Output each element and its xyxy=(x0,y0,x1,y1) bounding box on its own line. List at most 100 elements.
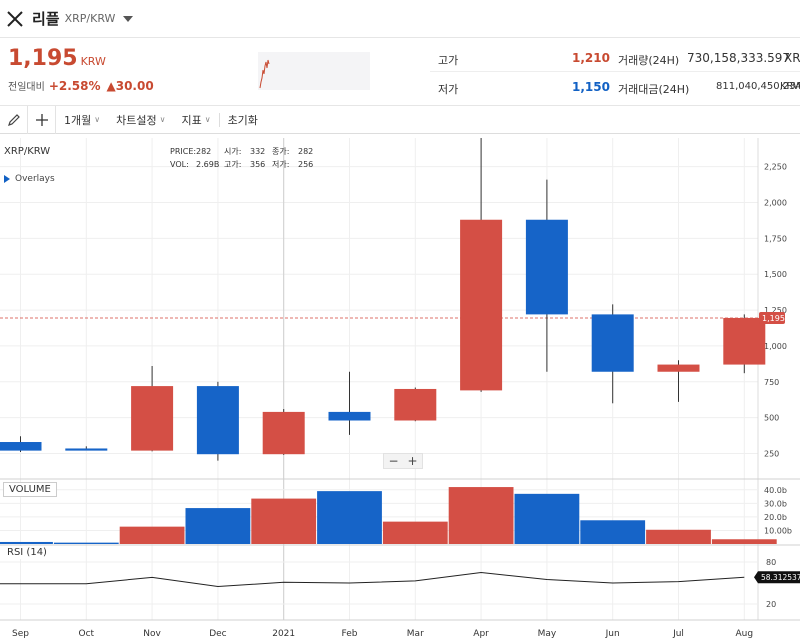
info-vol: 2.69B xyxy=(196,160,220,169)
price-sparkline xyxy=(258,52,370,90)
stat-divider xyxy=(430,71,800,72)
chart-toolbar: 1개월 ∨ 차트설정 ∨ 지표 ∨ 초기화 xyxy=(0,105,800,134)
volume-bar xyxy=(119,526,185,544)
month-label: May xyxy=(538,629,557,639)
volume-bar xyxy=(382,521,448,544)
rsi-line xyxy=(0,571,745,588)
volume-tick-label: 20.0b xyxy=(764,513,787,522)
overlays-toggle[interactable]: Overlays xyxy=(4,174,55,184)
volume-bar xyxy=(580,520,646,544)
info-open-label: 시가: xyxy=(224,147,242,156)
volume-bar xyxy=(448,487,514,544)
chevron-down-icon: ∨ xyxy=(204,115,211,124)
price-change: 전일대비 +2.58% ▲30.00 xyxy=(8,78,160,93)
volume-tick-label: 30.0b xyxy=(764,499,787,508)
indicators-dropdown[interactable]: 지표 ∨ xyxy=(173,106,218,134)
quote-panel: 1,195 KRW 전일대비 +2.58% ▲30.00 고가 1,210 거래… xyxy=(0,38,800,106)
volume-bar xyxy=(514,493,580,544)
current-price: 1,195 KRW xyxy=(8,46,106,71)
price-tick-label: 1,500 xyxy=(764,270,787,279)
candle-body xyxy=(460,219,503,391)
volume-24h-label: 거래량(24H) xyxy=(618,54,680,67)
zoom-out-button[interactable]: − xyxy=(384,454,403,468)
candle-body xyxy=(65,448,108,451)
period-label: 1개월 xyxy=(64,113,92,127)
volume-bar xyxy=(317,491,382,544)
volume-24h-unit: XRP xyxy=(784,51,800,65)
candle-body xyxy=(591,314,634,372)
change-label: 전일대비 xyxy=(8,82,45,93)
info-low-label: 저가: xyxy=(272,160,290,169)
reset-label: 초기화 xyxy=(227,113,258,127)
play-triangle-icon xyxy=(4,175,10,183)
info-high: 356 xyxy=(250,160,266,169)
coin-name: 리플 xyxy=(32,10,60,28)
price-tick-label: 1,000 xyxy=(764,342,787,351)
info-low: 256 xyxy=(298,160,314,169)
overlays-label: Overlays xyxy=(15,174,55,184)
volume-bar xyxy=(0,541,53,544)
period-dropdown[interactable]: 1개월 ∨ xyxy=(56,106,108,134)
volume-24h-value: 730,158,333.597 xyxy=(687,51,791,65)
price-tick-label: 2,250 xyxy=(764,163,787,172)
rsi-value-tag: 58.312537 xyxy=(761,573,800,582)
price-tick-label: 2,000 xyxy=(764,199,787,208)
high-value: 1,210 xyxy=(572,51,610,65)
chart-symbol: XRP/KRW xyxy=(4,146,51,157)
month-label: Sep xyxy=(12,629,29,639)
volume-bar xyxy=(53,542,119,544)
low-label: 저가 xyxy=(438,83,459,96)
month-label: Nov xyxy=(143,629,161,639)
price-value: 1,195 xyxy=(8,46,78,71)
price-tick-label: 1,750 xyxy=(764,234,787,243)
low-value: 1,150 xyxy=(572,80,610,94)
candle-body xyxy=(262,411,305,455)
volume-bar xyxy=(711,539,777,544)
month-label: Apr xyxy=(473,629,489,639)
candle-body xyxy=(394,388,437,421)
rsi-panel-tag: RSI (14) xyxy=(3,546,51,559)
price-unit: KRW xyxy=(80,55,106,68)
price-tick-label: 750 xyxy=(764,378,779,387)
draw-pencil-icon[interactable] xyxy=(0,105,28,134)
volume-bar xyxy=(646,529,711,544)
candle-body xyxy=(131,386,174,451)
coin-select-chevron-down-icon[interactable] xyxy=(123,15,134,22)
candle-body xyxy=(657,364,700,372)
info-high-label: 고가: xyxy=(224,160,242,169)
coin-pair: XRP/KRW xyxy=(64,12,116,25)
month-label: 2021 xyxy=(272,629,295,639)
price-tick-label: 500 xyxy=(764,414,779,423)
change-amount: ▲30.00 xyxy=(106,79,154,93)
volume-bar xyxy=(185,508,251,544)
chart-settings-dropdown[interactable]: 차트설정 ∨ xyxy=(108,106,173,134)
chart-settings-label: 차트설정 xyxy=(116,113,157,127)
volume-tick-label: 10.00b xyxy=(764,526,792,535)
candlestick-chart[interactable]: 2505007501,0001,2501,5001,7502,0002,2501… xyxy=(0,134,800,643)
info-close: 282 xyxy=(298,147,314,156)
change-rate: +2.58% xyxy=(48,79,101,93)
reset-button[interactable]: 초기화 xyxy=(220,106,266,134)
amount-24h-label: 거래대금(24H) xyxy=(618,83,690,96)
month-label: Mar xyxy=(407,629,424,639)
indicators-label: 지표 xyxy=(181,113,202,127)
info-open: 332 xyxy=(250,147,266,156)
volume-bar xyxy=(251,498,317,544)
rsi-tick-label: 80 xyxy=(766,558,776,567)
info-vol-label: VOL: xyxy=(170,160,189,169)
month-label: Dec xyxy=(209,629,226,639)
month-label: Aug xyxy=(736,629,754,639)
candle-body xyxy=(525,219,568,315)
info-close-label: 종가: xyxy=(272,147,290,156)
zoom-control: − + xyxy=(383,453,423,469)
info-price-label: PRICE: xyxy=(170,147,197,156)
candle-body xyxy=(196,386,239,455)
xrp-logo-icon xyxy=(7,10,23,27)
zoom-in-button[interactable]: + xyxy=(403,454,422,468)
ohlc-info: PRICE:282 시가: 332 종가: 282 VOL: 2.69B 고가: 356 저가:… xyxy=(170,145,313,171)
high-label: 고가 xyxy=(438,54,459,67)
crosshair-icon[interactable] xyxy=(28,105,56,134)
month-label: Jul xyxy=(672,629,684,639)
month-label: Oct xyxy=(79,629,95,639)
info-price: 282 xyxy=(196,147,212,156)
